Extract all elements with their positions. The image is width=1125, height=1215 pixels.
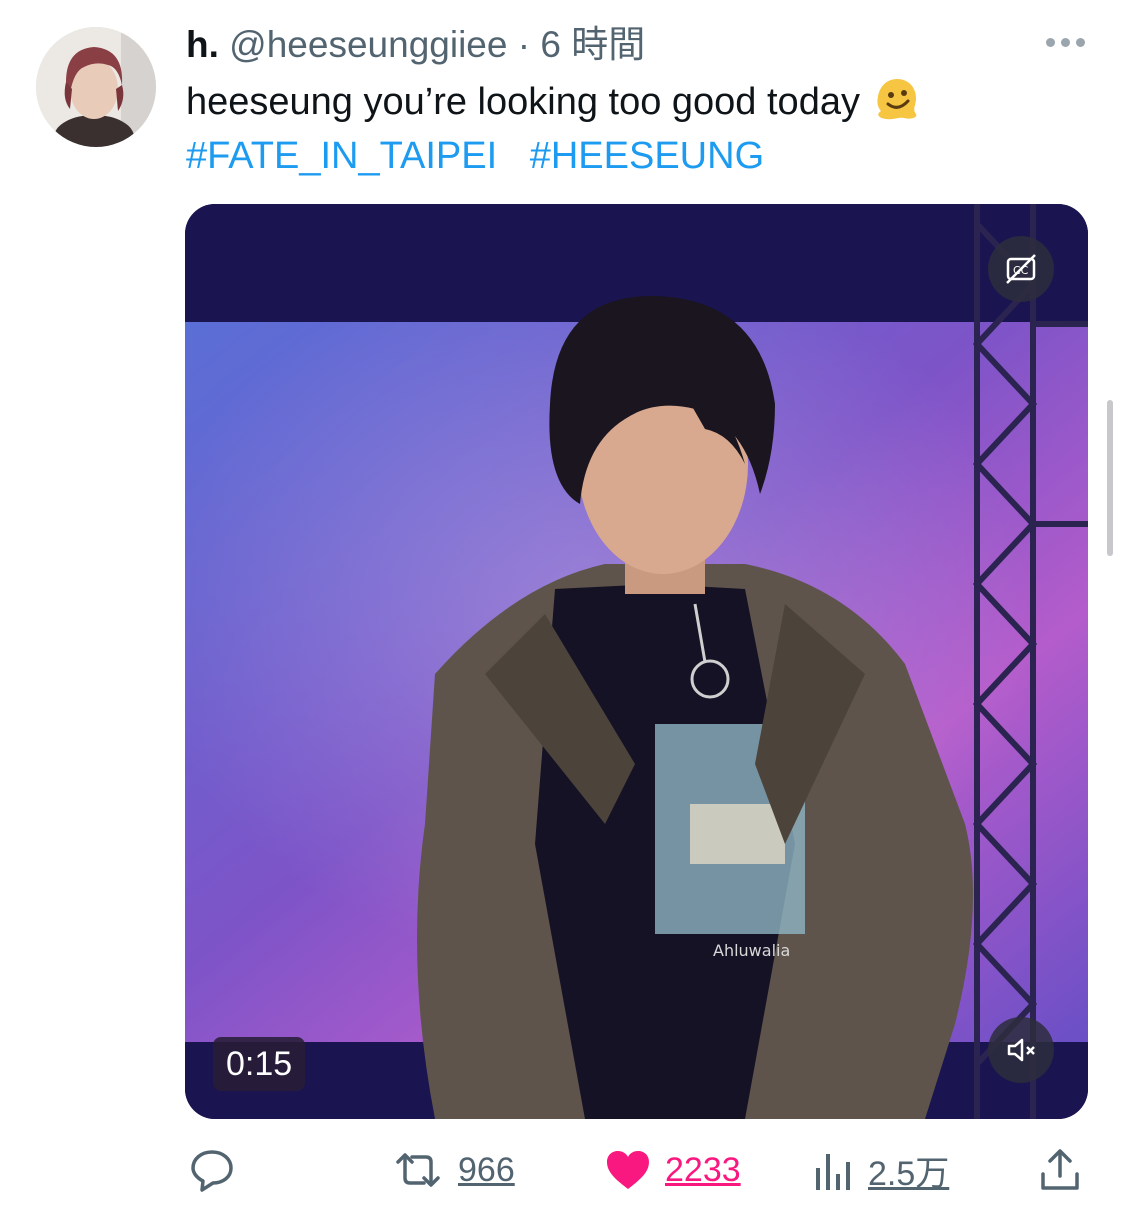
views-button[interactable]: 2.5万 [812, 1138, 949, 1202]
retweet-count[interactable]: 966 [458, 1151, 515, 1190]
reply-icon [191, 1150, 233, 1192]
more-dot-icon [1061, 38, 1070, 47]
hashtag-line: #FATE_IN_TAIPEI #HEESEUNG [186, 130, 786, 182]
reply-button[interactable] [188, 1138, 236, 1202]
captions-button[interactable]: CC [988, 236, 1054, 302]
tweet-header: h. @heeseunggiiee · 6 時間 [186, 22, 645, 68]
hashtag-link[interactable]: #FATE_IN_TAIPEI [186, 135, 497, 177]
share-icon [1041, 1149, 1079, 1190]
more-dot-icon [1076, 38, 1085, 47]
video-frame: Ahluwalia [185, 204, 1088, 1119]
retweet-button[interactable]: 966 [390, 1138, 515, 1202]
avatar[interactable] [36, 27, 156, 147]
hashtag-link[interactable]: #HEESEUNG [530, 135, 764, 177]
tweet-time[interactable]: 6 時間 [540, 24, 645, 65]
separator-dot: · [517, 24, 531, 65]
scrollbar[interactable] [1107, 400, 1113, 556]
like-count[interactable]: 2233 [665, 1151, 741, 1190]
captions-off-icon: CC [1006, 254, 1036, 284]
views-count[interactable]: 2.5万 [868, 1146, 949, 1195]
tweet-text-content: heeseung you’re looking too good today [186, 81, 860, 123]
avatar-image [36, 27, 156, 147]
video-player[interactable]: Ahluwalia CC 0:15 [185, 204, 1088, 1119]
mute-button[interactable] [988, 1017, 1054, 1083]
share-button[interactable] [1036, 1138, 1084, 1202]
volume-muted-icon [1007, 1038, 1035, 1062]
user-handle[interactable]: @heeseunggiiee [229, 24, 507, 65]
more-options-button[interactable] [1046, 38, 1085, 47]
like-button[interactable]: 2233 [603, 1138, 741, 1202]
video-duration: 0:15 [213, 1037, 306, 1091]
views-icon [816, 1154, 850, 1190]
retweet-icon [396, 1153, 440, 1187]
tweet-text: heeseung you’re looking too good today [186, 76, 920, 136]
heart-icon [607, 1151, 649, 1189]
shirt-print-text: Ahluwalia [713, 941, 790, 960]
display-name[interactable]: h. [186, 24, 219, 65]
tweet-action-bar: 966 2233 2.5万 [0, 1138, 1125, 1202]
melting-face-emoji-icon [874, 76, 920, 136]
more-dot-icon [1046, 38, 1055, 47]
